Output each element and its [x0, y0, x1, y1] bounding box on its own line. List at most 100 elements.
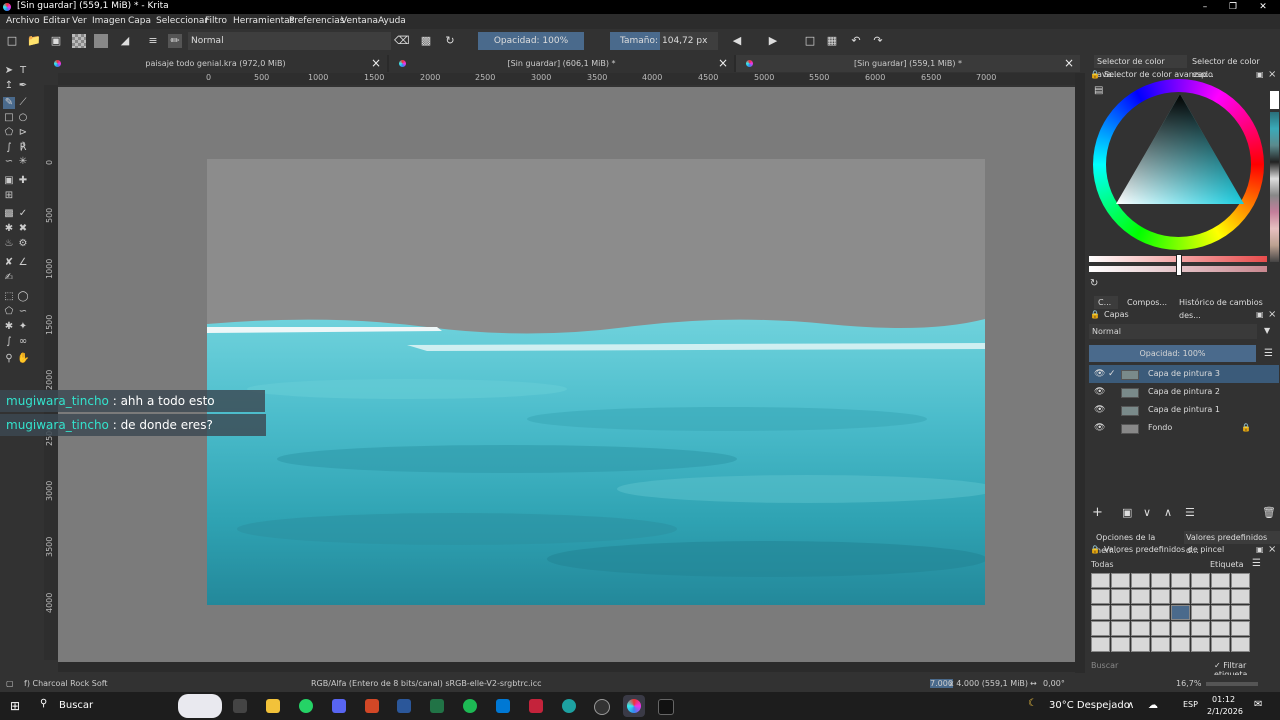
rotation-value[interactable]: 0,00° [1043, 679, 1065, 688]
polygon-tool-icon[interactable]: ⬠ [3, 127, 15, 139]
minimize-button[interactable]: – [1190, 0, 1220, 14]
brush-preset[interactable] [1231, 605, 1250, 620]
tab-tool-options[interactable]: Opciones de la herr... [1094, 531, 1178, 555]
tab-paisaje[interactable]: paisaje todo genial.kra (972,0 MiB) × [44, 55, 387, 72]
obs-icon[interactable] [594, 699, 610, 715]
brush-preset[interactable] [1211, 605, 1230, 620]
preset-tag-filter[interactable]: Todas [1089, 558, 1183, 571]
menu-capa[interactable]: Capa [128, 16, 151, 26]
brush-preset[interactable] [1211, 573, 1230, 588]
close-tab-icon[interactable]: × [1064, 55, 1074, 72]
krita-taskbar-icon[interactable] [627, 699, 641, 713]
brush-preset[interactable] [1191, 573, 1210, 588]
opacity-slider[interactable]: Opacidad: 100% [478, 32, 584, 50]
brush-preset[interactable] [1151, 589, 1170, 604]
save-icon[interactable]: ▣ [49, 34, 63, 48]
rectangle-tool-icon[interactable]: □ [3, 112, 15, 124]
rect-select-icon[interactable]: ⬚ [3, 291, 15, 303]
lock-icon[interactable]: 🔒 [1241, 419, 1251, 437]
menu-ver[interactable]: Ver [72, 16, 87, 26]
workspace-icon[interactable]: ▦ [825, 34, 839, 48]
tab-brush-presets[interactable]: Valores predefinidos d... [1184, 531, 1280, 555]
enclose-fill-icon[interactable]: ⚙ [17, 238, 29, 250]
move-tool-icon[interactable]: ✚ [17, 175, 29, 187]
brush-preset[interactable] [1211, 621, 1230, 636]
brush-search-input[interactable]: Buscar [1089, 660, 1209, 672]
magnetic-select-icon[interactable]: ∞ [17, 336, 29, 348]
layer-opacity-slider[interactable]: Opacidad: 100% [1089, 345, 1256, 362]
file-explorer-icon[interactable] [266, 699, 280, 713]
redo-icon[interactable]: ↷ [871, 34, 885, 48]
close-window-button[interactable]: ✕ [1248, 0, 1278, 14]
eraser-icon[interactable]: ⌫ [394, 34, 410, 48]
zoom-tool-icon[interactable]: ⚲ [3, 353, 15, 365]
excel-icon[interactable] [430, 699, 444, 713]
brush-preset[interactable] [1111, 573, 1130, 588]
gradient-icon[interactable] [94, 34, 108, 48]
brush-preset[interactable] [1151, 621, 1170, 636]
brush-preset[interactable] [1091, 573, 1110, 588]
filter-icon[interactable]: ▼ [1264, 326, 1270, 335]
lock-icon[interactable]: 🔒 [1090, 70, 1100, 79]
layer-row[interactable]: 👁 Fondo 🔒 [1089, 419, 1279, 437]
measure-tool-icon[interactable]: ∠ [17, 257, 29, 269]
mirror-vertical-icon[interactable]: ▶ [766, 34, 780, 48]
delete-layer-icon[interactable]: 🗑 [1262, 506, 1276, 519]
brush-preset[interactable] [1111, 589, 1130, 604]
crop-icon[interactable]: □ [803, 34, 817, 48]
spotify-icon[interactable] [463, 699, 477, 713]
saturation-triangle[interactable] [1106, 92, 1251, 237]
calligraphy-icon[interactable]: ✒ [17, 80, 29, 92]
close-docker-icon[interactable]: × [1268, 544, 1276, 555]
crop-tool-icon[interactable]: ⊞ [3, 190, 15, 202]
brush-preset[interactable] [1191, 621, 1210, 636]
move-layer-up-icon[interactable]: ∧ [1164, 506, 1172, 519]
visibility-icon[interactable]: 👁 [1094, 365, 1105, 383]
color-picker-icon[interactable]: ✓ [17, 208, 29, 220]
polyline-tool-icon[interactable]: ⊳ [17, 127, 29, 139]
brush-preset[interactable] [1091, 589, 1110, 604]
whatsapp-icon[interactable] [299, 699, 313, 713]
undo-icon[interactable]: ↶ [849, 34, 863, 48]
menu-archivo[interactable]: Archivo [6, 16, 40, 26]
colorize-mask-icon[interactable]: ✖ [17, 223, 29, 235]
color-swatch[interactable] [1270, 91, 1279, 109]
brush-preset[interactable] [1091, 637, 1110, 652]
search-icon[interactable]: ⚲ [40, 698, 47, 709]
color-history-strip[interactable] [1270, 112, 1279, 262]
ellipse-select-icon[interactable]: ◯ [17, 291, 29, 303]
mirror-horizontal-icon[interactable]: ◀ [730, 34, 744, 48]
brush-preset[interactable] [1131, 637, 1150, 652]
slider-handle[interactable] [1176, 254, 1182, 276]
select-shapes-icon[interactable]: ➤ [3, 65, 15, 77]
float-docker-icon[interactable]: ▣ [1256, 310, 1264, 319]
multibrush-icon[interactable]: ✳ [17, 156, 29, 168]
language-indicator[interactable]: ESP [1183, 700, 1198, 709]
color-settings-icon[interactable]: ▤ [1094, 85, 1103, 96]
tab-undo-history[interactable]: Histórico de cambios des... [1177, 296, 1279, 320]
widget-mascot-icon[interactable] [178, 694, 222, 718]
edge-icon[interactable] [562, 699, 576, 713]
tab-c[interactable]: C... [1094, 296, 1118, 309]
brush-preset[interactable] [1191, 637, 1210, 652]
close-tab-icon[interactable]: × [718, 55, 728, 72]
blend-mode-select[interactable]: Normal [188, 32, 391, 50]
pan-tool-icon[interactable]: ✋ [17, 353, 29, 365]
menu-preferencias[interactable]: Preferencias [289, 16, 344, 26]
brush-preset[interactable] [1191, 605, 1210, 620]
close-docker-icon[interactable]: × [1268, 69, 1276, 80]
line-tool-icon[interactable]: ⟋ [17, 97, 29, 109]
visibility-icon[interactable]: 👁 [1094, 401, 1105, 419]
brush-preset[interactable] [1231, 589, 1250, 604]
menu-ventana[interactable]: Ventana [341, 16, 378, 26]
tab-sin-guardar-559[interactable]: [Sin guardar] (559,1 MiB) * × [736, 55, 1080, 72]
tab-advanced-color-selector[interactable]: Selector de color ava... [1094, 55, 1187, 79]
gradient-tool-icon[interactable]: ▩ [3, 208, 15, 220]
move-layer-down-icon[interactable]: ∨ [1143, 506, 1151, 519]
bezier-tool-icon[interactable]: ∫ [3, 142, 15, 154]
brush-preset[interactable] [1231, 637, 1250, 652]
brush-preset[interactable] [1211, 589, 1230, 604]
ellipse-tool-icon[interactable]: ○ [17, 112, 29, 124]
tag-label[interactable]: Etiqueta [1210, 560, 1244, 569]
layer-blend-select[interactable]: Normal [1089, 324, 1257, 339]
